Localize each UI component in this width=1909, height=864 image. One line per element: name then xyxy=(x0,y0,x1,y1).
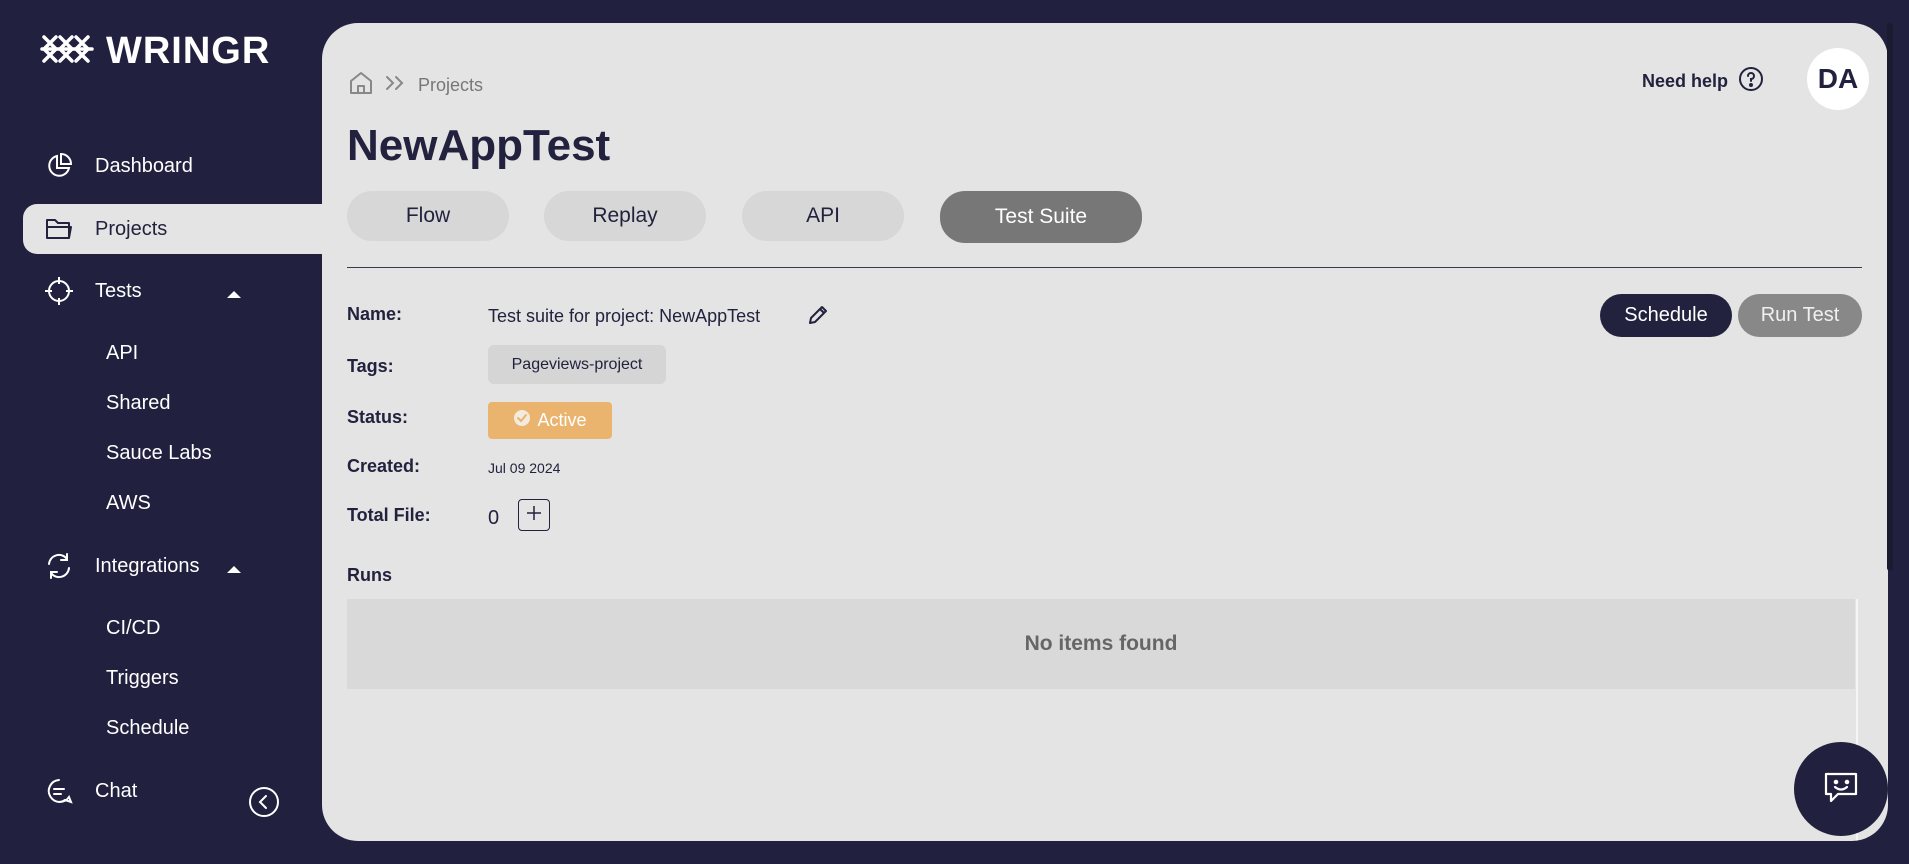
question-circle-icon xyxy=(1738,66,1764,97)
caret-up-icon[interactable] xyxy=(226,282,242,305)
tab-api[interactable]: API xyxy=(742,191,904,241)
sidebar-subitem-triggers[interactable]: Triggers xyxy=(106,667,179,690)
need-help-label: Need help xyxy=(1641,71,1728,91)
chat-smile-icon xyxy=(1822,770,1860,809)
page-title: NewAppTest xyxy=(347,121,611,170)
plus-icon xyxy=(525,504,543,527)
breadcrumb: Projects xyxy=(348,70,483,101)
sidebar-item-label: Tests xyxy=(95,279,142,302)
sidebar-subitem-cicd[interactable]: CI/CD xyxy=(106,617,160,640)
created-label: Created: xyxy=(347,456,421,476)
double-chevron-right-icon xyxy=(384,74,408,97)
caret-up-icon[interactable] xyxy=(226,557,242,580)
tab-replay[interactable]: Replay xyxy=(544,191,706,241)
sidebar-item-label: Chat xyxy=(95,779,138,802)
pencil-icon[interactable] xyxy=(806,303,830,332)
sidebar-subitem-aws[interactable]: AWS xyxy=(106,492,151,515)
sidebar-item-label: Integrations xyxy=(95,554,200,577)
schedule-button[interactable]: Schedule xyxy=(1600,294,1732,337)
home-icon[interactable] xyxy=(348,70,374,101)
tab-flow[interactable]: Flow xyxy=(347,191,509,241)
runs-empty-state: No items found xyxy=(347,599,1855,689)
created-value: Jul 09 2024 xyxy=(488,460,561,476)
total-file-value: 0 xyxy=(488,507,500,529)
sidebar-item-dashboard[interactable]: Dashboard xyxy=(23,141,323,191)
status-label: Status: xyxy=(347,407,409,427)
avatar[interactable]: DA xyxy=(1807,48,1869,110)
status-value: Active xyxy=(537,410,587,430)
collapse-sidebar-button[interactable] xyxy=(248,786,280,823)
total-file-label: Total File: xyxy=(347,505,431,525)
name-label: Name: xyxy=(347,304,403,324)
check-circle-icon xyxy=(513,409,531,432)
status-badge: Active xyxy=(488,402,612,439)
name-value: Test suite for project: NewAppTest xyxy=(488,306,761,326)
pie-chart-icon xyxy=(43,150,75,182)
add-file-button[interactable] xyxy=(518,499,550,531)
scrollbar[interactable] xyxy=(1887,23,1893,571)
sidebar-item-tests[interactable]: Tests xyxy=(23,266,323,316)
tabs-divider xyxy=(347,267,1862,268)
sidebar-item-label: Dashboard xyxy=(95,154,193,177)
sidebar-subitem-schedule[interactable]: Schedule xyxy=(106,717,189,740)
tags-label: Tags: xyxy=(347,356,394,376)
chat-bubble-icon xyxy=(43,775,75,807)
sidebar-subitem-shared[interactable]: Shared xyxy=(106,392,171,415)
wringr-logo-icon xyxy=(40,31,94,72)
app-logo[interactable]: WRINGR xyxy=(40,30,270,73)
sidebar-subitem-api[interactable]: API xyxy=(106,342,138,365)
tag-chip: Pageviews-project xyxy=(488,345,666,384)
need-help-link[interactable]: Need help xyxy=(1642,66,1764,97)
chat-support-button[interactable] xyxy=(1794,742,1888,836)
sidebar-item-label: Projects xyxy=(95,217,168,240)
sidebar-subitem-sauce-labs[interactable]: Sauce Labs xyxy=(106,442,212,465)
logo-text: WRINGR xyxy=(106,30,271,72)
folder-icon xyxy=(43,213,75,245)
tab-test-suite[interactable]: Test Suite xyxy=(940,191,1142,243)
refresh-icon xyxy=(43,550,75,582)
main-panel: Projects Need help DA NewAppTest Flow Re… xyxy=(322,23,1888,841)
sidebar-item-integrations[interactable]: Integrations xyxy=(23,541,323,591)
crosshair-icon xyxy=(43,275,75,307)
breadcrumb-projects[interactable]: Projects xyxy=(418,75,483,96)
sidebar-item-projects[interactable]: Projects xyxy=(23,204,323,254)
runs-label: Runs xyxy=(347,565,392,585)
run-test-button[interactable]: Run Test xyxy=(1738,294,1862,337)
